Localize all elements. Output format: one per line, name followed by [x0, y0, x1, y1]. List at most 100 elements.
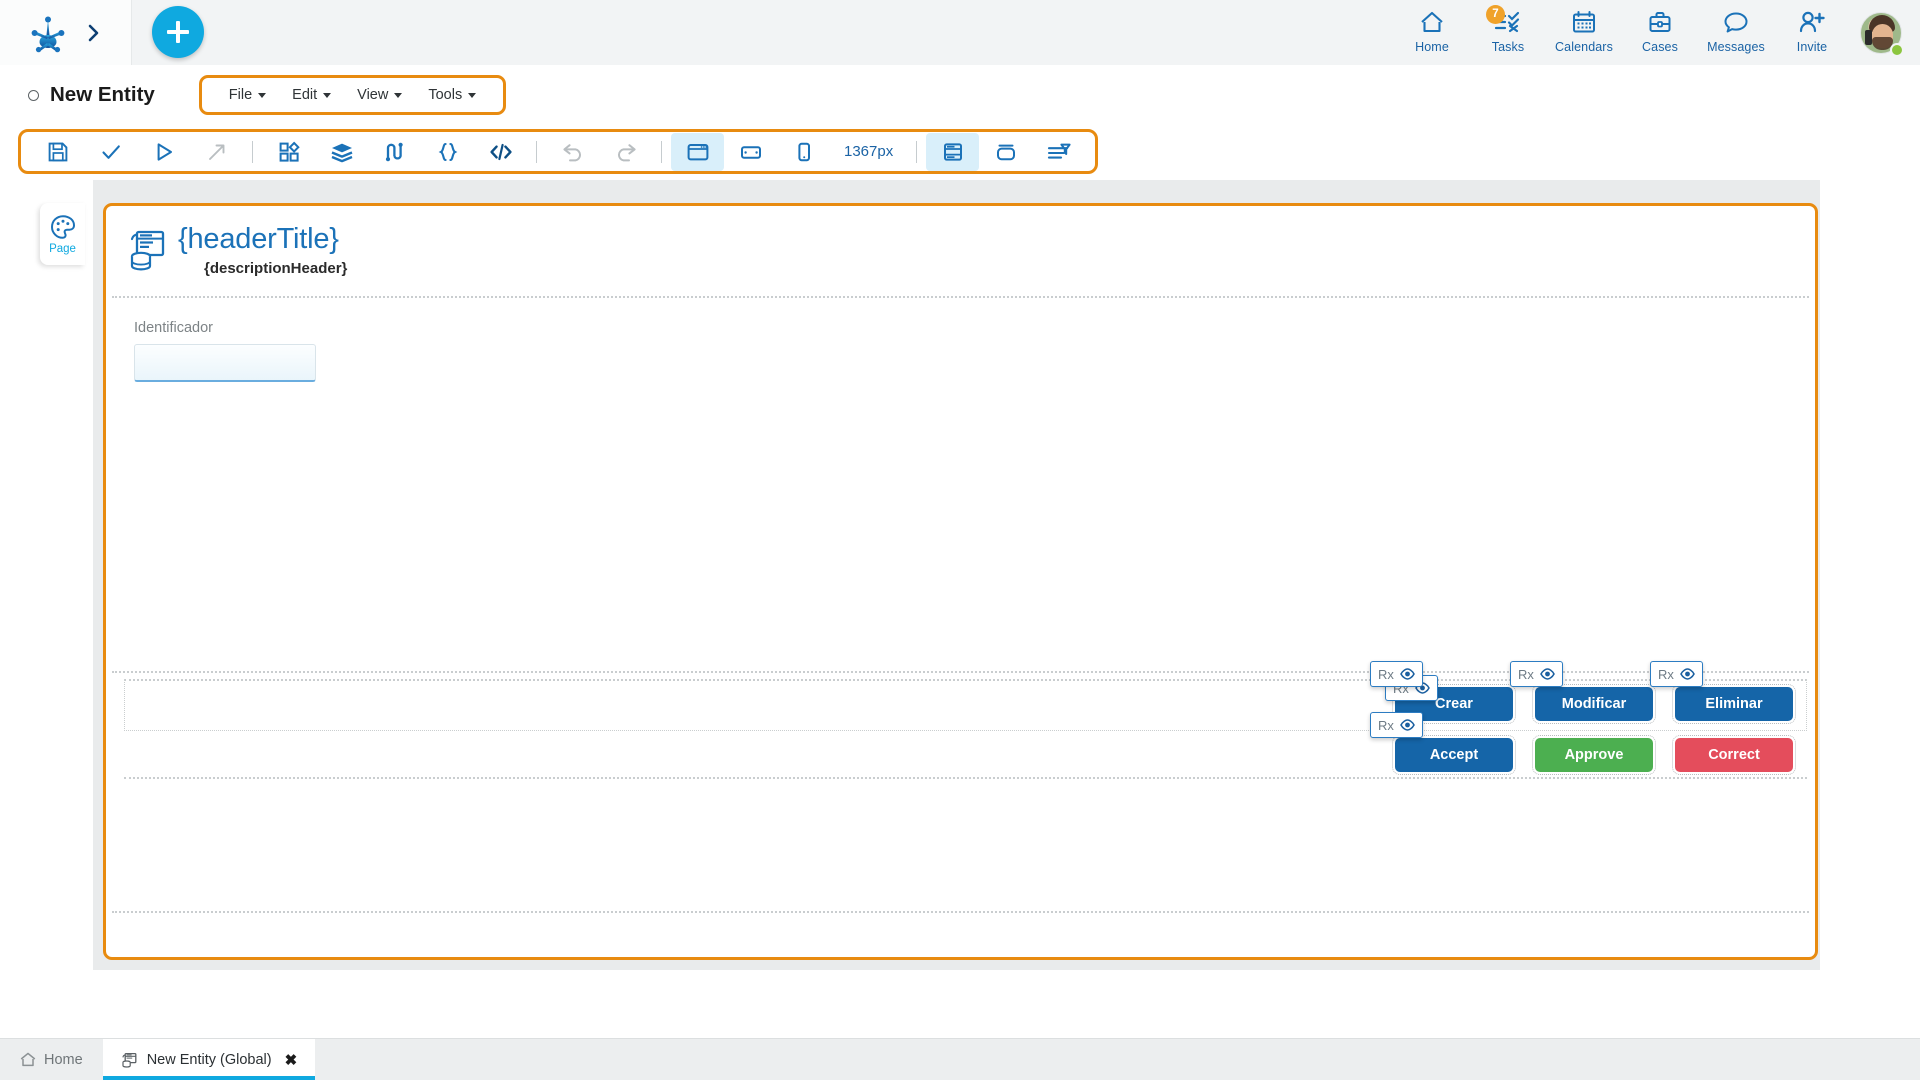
rx-badge-primary[interactable]: Rx [1370, 661, 1423, 687]
viewport-width-value[interactable]: 1367px [830, 143, 907, 160]
calendar-icon [1571, 9, 1597, 35]
avatar[interactable] [1850, 3, 1912, 63]
filter-button[interactable] [1032, 133, 1085, 171]
logo-zone [0, 0, 132, 65]
rx-badge-primary[interactable]: Rx [1510, 661, 1563, 687]
form-body: Identificador [106, 298, 1815, 671]
chevron-right-icon[interactable] [83, 23, 105, 43]
eye-icon [1540, 668, 1555, 680]
chevron-down-icon [258, 92, 267, 98]
button-slot-approve: Approve [1532, 735, 1656, 775]
rx-badge-primary[interactable]: Rx [1650, 661, 1703, 687]
desktop-view-button[interactable] [671, 132, 724, 171]
top-navigation-bar: + Home 7 Tasks [0, 0, 1920, 65]
entity-database-icon [126, 228, 168, 274]
page-canvas[interactable]: {headerTitle} {descriptionHeader} Identi… [103, 203, 1818, 960]
bottom-tab-new-entity[interactable]: New Entity (Global) ✖ [102, 1039, 316, 1080]
footer-divider [112, 911, 1809, 913]
chevron-down-icon [394, 92, 403, 98]
run-button[interactable] [137, 133, 190, 171]
rx-badge-label: Rx [1518, 666, 1534, 682]
unsaved-circle-icon [28, 89, 39, 101]
toolbar-row: 1367px [0, 125, 1920, 180]
menu-tools[interactable]: Tools [415, 78, 489, 112]
tablet-view-button[interactable] [724, 133, 777, 171]
rx-badge-label: Rx [1378, 717, 1394, 733]
bottom-tab-bar: Home New Entity (Global) ✖ [0, 1038, 1920, 1080]
nav-label-tasks: Tasks [1491, 39, 1525, 54]
add-user-icon [1798, 9, 1826, 35]
home-icon [1419, 9, 1445, 35]
modificar-button[interactable]: Modificar [1532, 684, 1656, 724]
eye-icon [1400, 668, 1415, 680]
menu-file-label: File [228, 87, 253, 103]
variables-button[interactable] [421, 133, 474, 171]
toolbar-separator [252, 140, 253, 163]
rx-badge-label: Rx [1658, 666, 1674, 682]
bottom-tab-label: New Entity (Global) [146, 1051, 272, 1068]
menu-row: New Entity File Edit View Tools [0, 65, 1920, 125]
field-label-identificador: Identificador [134, 320, 213, 336]
page-title-text: New Entity [50, 83, 155, 106]
button-row-secondary: Rx Accept Approve Correct [1370, 712, 1796, 775]
approve-button[interactable]: Approve [1532, 735, 1656, 775]
nav-label-home: Home [1415, 39, 1449, 54]
menu-file[interactable]: File [216, 78, 279, 112]
status-badge [1890, 42, 1904, 57]
tasks-badge-count: 7 [1486, 4, 1505, 24]
button-slot-modificar: Rx Modificar [1510, 661, 1656, 724]
chevron-down-icon [468, 92, 477, 98]
rx-badge-primary[interactable]: Rx [1370, 712, 1423, 738]
redo-button[interactable] [599, 133, 652, 171]
crow-logo-icon[interactable] [27, 12, 69, 54]
nav-item-home[interactable]: Home [1394, 3, 1470, 63]
validate-button[interactable] [84, 133, 137, 171]
container-button[interactable] [979, 133, 1032, 171]
undo-button[interactable] [546, 133, 599, 171]
layers-button[interactable] [315, 133, 368, 171]
mobile-view-button[interactable] [777, 133, 830, 171]
toolbar-separator [916, 140, 918, 163]
action-buttons-zone: Rx Rx Crear Rx Modificar Rx Eliminar Rx … [106, 661, 1815, 841]
menu-edit[interactable]: Edit [279, 78, 344, 112]
form-layout-button[interactable] [926, 132, 980, 171]
correct-button[interactable]: Correct [1672, 735, 1796, 775]
identificador-input[interactable] [134, 344, 316, 382]
eye-icon [1400, 719, 1415, 731]
source-code-button[interactable] [474, 133, 527, 171]
button-slot-accept: Rx Accept [1370, 712, 1516, 775]
open-external-button[interactable] [190, 133, 243, 171]
header-title: {headerTitle} [178, 223, 339, 255]
toolbar-separator [536, 140, 537, 163]
bottom-tab-home[interactable]: Home [0, 1039, 103, 1080]
menu-tools-label: Tools [428, 87, 463, 103]
nav-item-tasks[interactable]: 7 Tasks [1470, 3, 1546, 63]
save-button[interactable] [31, 133, 84, 171]
button-slot-correct: Correct [1672, 735, 1796, 775]
add-new-button[interactable]: + [152, 6, 204, 58]
nav-label-invite: Invite [1796, 39, 1828, 54]
accept-button[interactable]: Accept [1392, 735, 1516, 775]
button-row-primary: Rx Rx Crear Rx Modificar Rx Eliminar [1370, 661, 1796, 724]
close-x-icon[interactable]: ✖ [285, 1051, 298, 1069]
entity-small-icon [121, 1052, 138, 1068]
nav-item-invite[interactable]: Invite [1774, 3, 1850, 63]
widgets-button[interactable] [262, 133, 315, 171]
page-properties-tab[interactable]: Page [40, 203, 85, 265]
house-outline-icon [20, 1052, 36, 1067]
nav-item-cases[interactable]: Cases [1622, 3, 1698, 63]
briefcase-icon [1647, 9, 1673, 35]
canvas-page-header: {headerTitle} {descriptionHeader} [106, 206, 1815, 296]
nav-item-messages[interactable]: Messages [1698, 3, 1774, 63]
chevron-down-icon [323, 92, 332, 98]
palette-icon [50, 214, 76, 240]
page-title: New Entity [28, 83, 155, 107]
menu-view[interactable]: View [344, 78, 415, 112]
nav-label-calendars: Calendars [1555, 39, 1613, 54]
menu-edit-label: Edit [292, 87, 318, 103]
dataflow-button[interactable] [368, 133, 421, 171]
nav-item-calendars[interactable]: Calendars [1546, 3, 1622, 63]
eliminar-button[interactable]: Eliminar [1672, 684, 1796, 724]
nav-label-cases: Cases [1642, 39, 1678, 54]
toolbar: 1367px [18, 129, 1099, 174]
